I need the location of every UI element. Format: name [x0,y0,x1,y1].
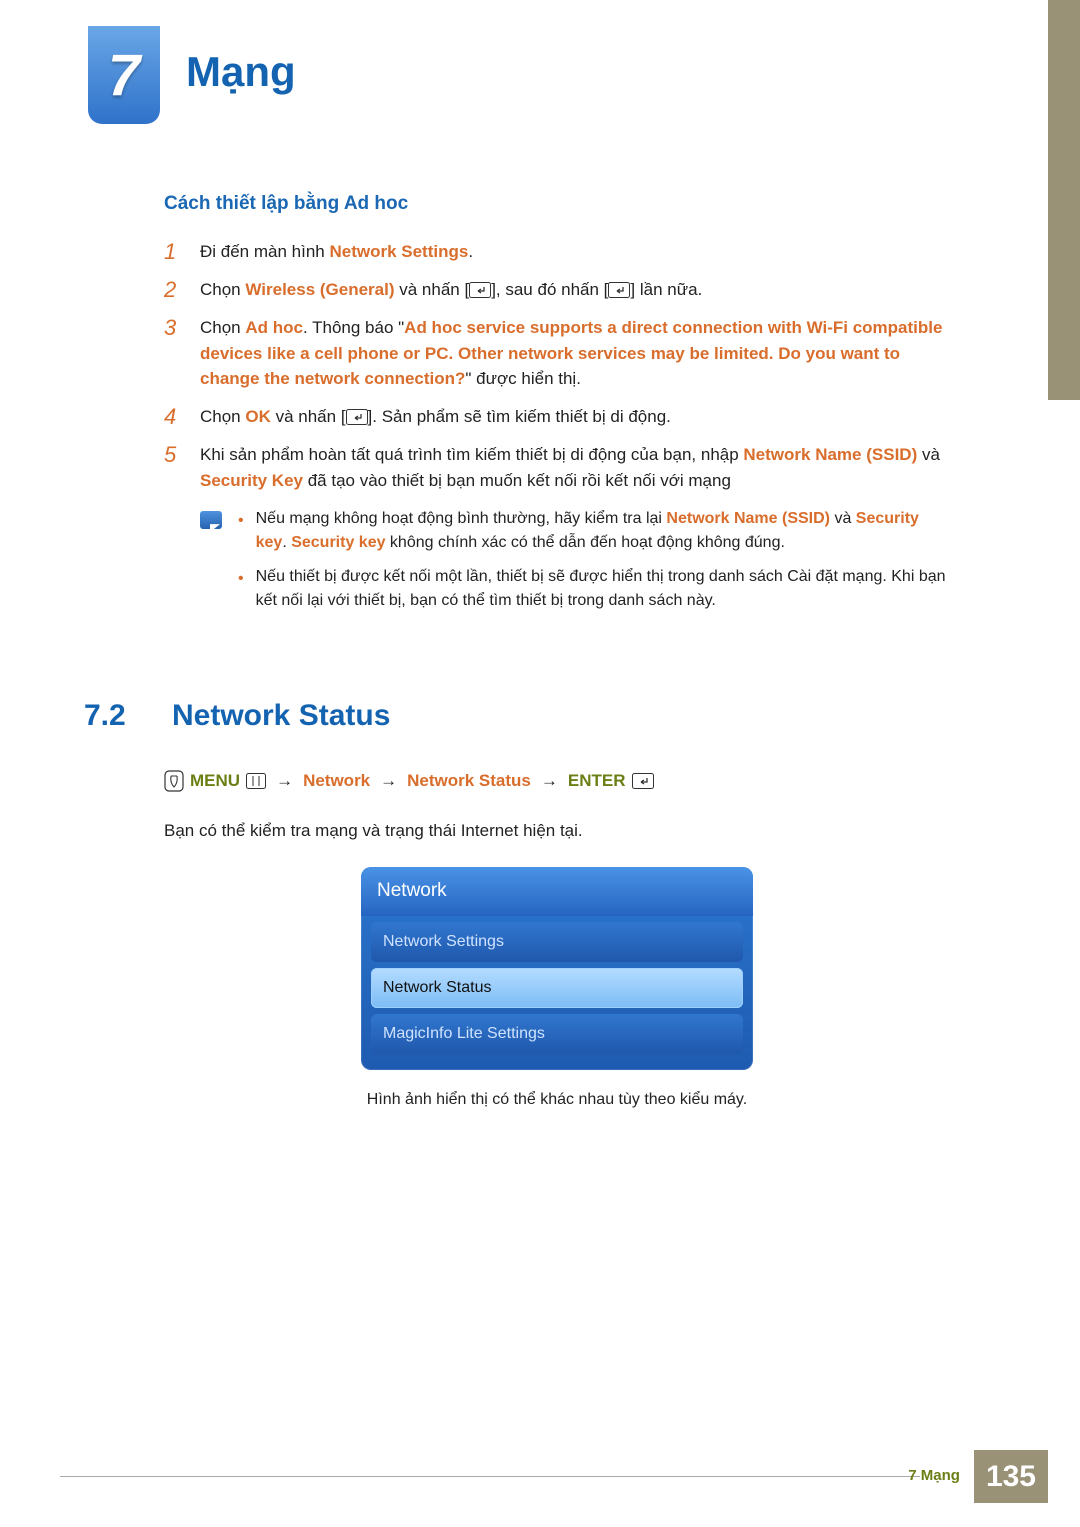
kw-ssid: Network Name (SSID) [743,445,917,464]
page-content: Cách thiết lập bằng Ad hoc 1 Đi đến màn … [164,190,950,1112]
chapter-tab: 7 [88,26,160,124]
arrow-icon: → [541,768,558,794]
kw-security-key: Security Key [200,471,303,490]
bullet-icon: • [238,567,244,613]
enter-icon [608,282,630,298]
menu-item-magicinfo[interactable]: MagicInfo Lite Settings [371,1014,743,1054]
note-icon [200,511,222,529]
arrow-icon: → [276,768,293,794]
remote-icon [164,770,184,792]
step-number: 1 [164,239,182,265]
nav-menu: MENU [190,768,240,794]
kw-ok: OK [245,407,271,426]
kw-ssid: Network Name (SSID) [666,510,830,527]
step-number: 5 [164,442,182,493]
menu-header: Network [361,867,753,916]
step-body: Đi đến màn hình Network Settings. [200,239,950,265]
kw-wireless-general: Wireless (General) [245,280,394,299]
menu-caption: Hình ảnh hiển thị có thể khác nhau tùy t… [164,1088,950,1112]
subheading: Cách thiết lập bằng Ad hoc [164,190,950,219]
step-body: Chọn OK và nhấn []. Sản phẩm sẽ tìm kiếm… [200,404,950,430]
note-list: • Nếu mạng không hoạt động bình thường, … [238,507,950,623]
nav-enter: ENTER [568,768,626,794]
step-3: 3 Chọn Ad hoc. Thông báo "Ad hoc service… [164,315,950,392]
menu-item-network-status[interactable]: Network Status [371,968,743,1008]
step-2: 2 Chọn Wireless (General) và nhấn [], sa… [164,277,950,303]
step-5: 5 Khi sản phẩm hoàn tất quá trình tìm ki… [164,442,950,493]
steps-list: 1 Đi đến màn hình Network Settings. 2 Ch… [164,239,950,494]
chapter-title: Mạng [186,40,296,103]
footer-divider [60,1476,920,1477]
enter-icon [632,773,654,789]
menu-item-network-settings[interactable]: Network Settings [371,922,743,962]
step-body: Chọn Wireless (General) và nhấn [], sau … [200,277,950,303]
step-number: 3 [164,315,182,392]
enter-icon [469,282,491,298]
footer-chapter: 7 Mạng [908,1465,960,1488]
menu-panel: Network Network Settings Network Status … [361,867,753,1070]
bullet-icon: • [238,509,244,555]
link-network-settings: Network Settings [329,242,468,261]
arrow-icon: → [380,768,397,794]
kw-adhoc: Ad hoc [245,318,303,337]
menu-grid-icon [246,773,266,789]
note-block: • Nếu mạng không hoạt động bình thường, … [200,507,950,623]
section-description: Bạn có thể kiểm tra mạng và trạng thái I… [164,818,950,844]
step-number: 4 [164,404,182,430]
nav-path: MENU → Network → Network Status → ENTER [164,768,950,794]
section-title: Network Status [172,693,390,738]
section-heading: 7.2 Network Status [84,693,950,738]
note-item: • Nếu thiết bị được kết nối một lần, thi… [238,565,950,613]
accent-bar [1048,0,1080,400]
enter-icon [346,409,368,425]
note-item: • Nếu mạng không hoạt động bình thường, … [238,507,950,555]
step-1: 1 Đi đến màn hình Network Settings. [164,239,950,265]
step-body: Khi sản phẩm hoàn tất quá trình tìm kiếm… [200,442,950,493]
page-number: 135 [974,1450,1048,1503]
footer: 7 Mạng 135 [908,1450,1048,1503]
section-number: 7.2 [84,693,144,738]
nav-network-status: Network Status [407,768,531,794]
kw-security-key: Security key [291,534,385,551]
nav-network: Network [303,768,370,794]
step-body: Chọn Ad hoc. Thông báo "Ad hoc service s… [200,315,950,392]
step-4: 4 Chọn OK và nhấn []. Sản phẩm sẽ tìm ki… [164,404,950,430]
step-number: 2 [164,277,182,303]
chapter-number: 7 [108,32,140,119]
